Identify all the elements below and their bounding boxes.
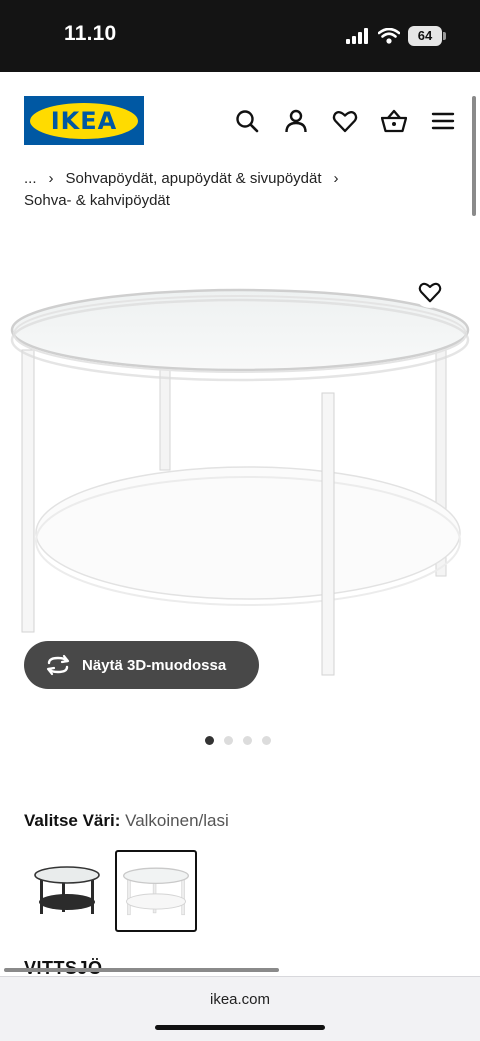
heart-icon (418, 282, 442, 303)
rotate-3d-icon (46, 654, 70, 676)
status-time: 11.10 (64, 22, 117, 45)
chevron-right-icon: › (333, 170, 339, 187)
cart-icon[interactable] (381, 108, 407, 134)
menu-icon[interactable] (430, 108, 456, 134)
search-icon[interactable] (234, 108, 260, 134)
breadcrumb-current[interactable]: Sohva- & kahvipöydät (24, 190, 170, 212)
product-image[interactable] (0, 258, 480, 678)
ikea-logo[interactable]: IKEA (24, 96, 144, 145)
view-3d-button[interactable]: Näytä 3D-muodossa (24, 641, 259, 689)
swatch-white-glass[interactable] (115, 850, 197, 932)
pagination-dot[interactable] (224, 736, 233, 745)
battery-level: 64 (417, 28, 433, 43)
home-indicator[interactable] (155, 1025, 325, 1030)
breadcrumb-category[interactable]: Sohvapöydät, apupöydät & sivupöydät (66, 168, 322, 190)
address-bar[interactable]: ikea.com (0, 991, 480, 1008)
signal-icon (346, 28, 368, 44)
view-3d-label: Näytä 3D-muodossa (82, 656, 227, 674)
pagination-dot[interactable] (205, 736, 214, 745)
add-to-wishlist-button[interactable] (414, 276, 446, 308)
white-table-thumbnail (122, 867, 190, 916)
status-icons: 64 (346, 26, 446, 46)
pagination-dot[interactable] (243, 736, 252, 745)
account-icon[interactable] (283, 108, 309, 134)
status-bar: 11.10 64 (0, 0, 480, 72)
black-table-thumbnail (34, 866, 100, 914)
chevron-right-icon: › (48, 170, 54, 187)
swatch-black-glass[interactable] (26, 850, 108, 932)
image-pagination (205, 736, 271, 745)
site-header: IKEA (0, 72, 480, 168)
breadcrumb-ellipsis[interactable]: ... (24, 168, 37, 190)
breadcrumb-row: ... › Sohvapöydät, apupöydät & sivupöydä… (24, 168, 464, 190)
wishlist-icon[interactable] (332, 108, 358, 134)
color-selection: Valitse Väri: Valkoinen/lasi (24, 811, 229, 831)
vertical-scrollbar[interactable] (472, 96, 476, 216)
battery-icon: 64 (408, 26, 446, 46)
breadcrumb: ... › Sohvapöydät, apupöydät & sivupöydä… (24, 168, 464, 212)
color-value: Valkoinen/lasi (125, 811, 229, 830)
horizontal-scrollbar[interactable] (4, 968, 279, 972)
pagination-dot[interactable] (262, 736, 271, 745)
wifi-icon (378, 28, 400, 44)
breadcrumb-row: Sohva- & kahvipöydät (24, 190, 464, 212)
logo-text: IKEA (50, 106, 118, 135)
logo-oval: IKEA (30, 102, 138, 139)
color-label: Valitse Väri: (24, 811, 121, 830)
browser-bottom-bar: ikea.com (0, 976, 480, 1041)
